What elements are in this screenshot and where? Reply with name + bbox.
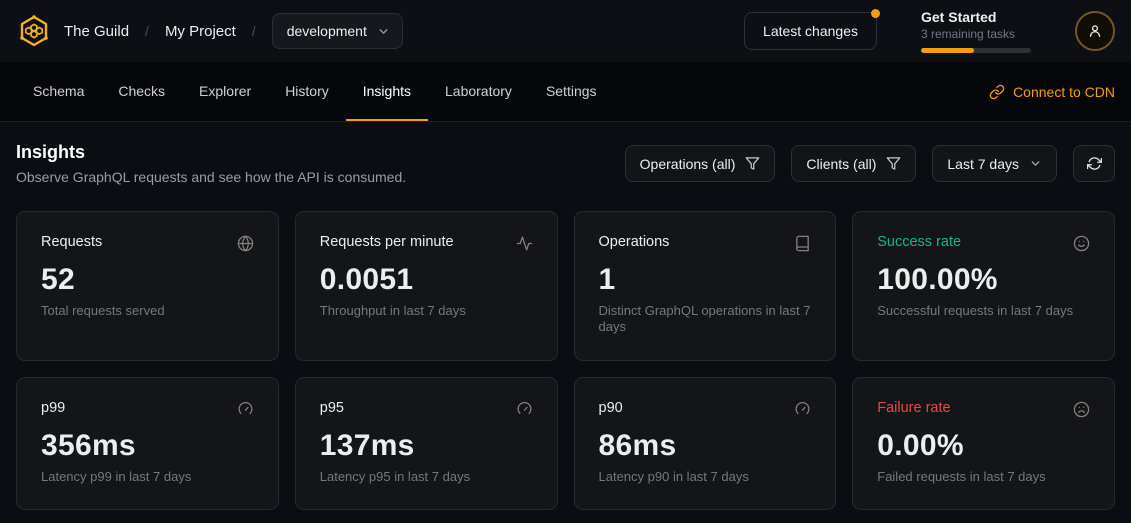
globe-icon bbox=[237, 235, 254, 252]
card-subtitle: Failed requests in last 7 days bbox=[877, 469, 1090, 485]
top-header: The Guild / My Project / development Lat… bbox=[0, 0, 1131, 62]
card-value: 1 bbox=[599, 263, 812, 297]
stat-card-success-rate: Success rate 100.00% Successful requests… bbox=[852, 211, 1115, 361]
refresh-button[interactable] bbox=[1073, 145, 1115, 182]
card-title: Requests per minute bbox=[320, 234, 454, 250]
latest-changes-label: Latest changes bbox=[763, 23, 858, 39]
primary-nav: Schema Checks Explorer History Insights … bbox=[0, 62, 1131, 122]
card-subtitle: Latency p99 in last 7 days bbox=[41, 469, 254, 485]
period-select-value: Last 7 days bbox=[947, 156, 1019, 172]
card-value: 0.00% bbox=[877, 429, 1090, 463]
card-title: Failure rate bbox=[877, 400, 950, 416]
funnel-icon bbox=[886, 156, 901, 171]
tab-laboratory[interactable]: Laboratory bbox=[428, 62, 529, 121]
stat-card-p95: p95 137ms Latency p95 in last 7 days bbox=[295, 377, 558, 510]
stat-card-p90: p90 86ms Latency p90 in last 7 days bbox=[574, 377, 837, 510]
connect-to-cdn-link[interactable]: Connect to CDN bbox=[989, 62, 1115, 121]
filter-toolbar: Operations (all) Clients (all) Last 7 da… bbox=[625, 145, 1115, 182]
card-value: 0.0051 bbox=[320, 263, 533, 297]
stat-card-failure-rate: Failure rate 0.00% Failed requests in la… bbox=[852, 377, 1115, 510]
gauge-icon bbox=[237, 401, 254, 418]
stat-card-operations: Operations 1 Distinct GraphQL operations… bbox=[574, 211, 837, 361]
notification-dot bbox=[871, 9, 880, 18]
chevron-down-icon bbox=[1029, 157, 1042, 170]
get-started-progress-fill bbox=[921, 48, 974, 53]
breadcrumb-separator: / bbox=[248, 23, 260, 39]
hive-logo[interactable] bbox=[16, 13, 52, 49]
operations-filter-button[interactable]: Operations (all) bbox=[625, 145, 776, 182]
refresh-icon bbox=[1087, 156, 1102, 171]
link-icon bbox=[989, 84, 1005, 100]
card-subtitle: Total requests served bbox=[41, 303, 254, 319]
tab-checks[interactable]: Checks bbox=[101, 62, 182, 121]
tab-explorer[interactable]: Explorer bbox=[182, 62, 268, 121]
stat-card-p99: p99 356ms Latency p99 in last 7 days bbox=[16, 377, 279, 510]
card-subtitle: Throughput in last 7 days bbox=[320, 303, 533, 319]
stat-card-requests: Requests 52 Total requests served bbox=[16, 211, 279, 361]
card-subtitle: Distinct GraphQL operations in last 7 da… bbox=[599, 303, 812, 336]
card-value: 52 bbox=[41, 263, 254, 297]
stat-cards-grid: Requests 52 Total requests served Reques… bbox=[16, 211, 1115, 510]
chevron-down-icon bbox=[377, 25, 390, 38]
breadcrumb: The Guild / My Project / development bbox=[16, 13, 403, 49]
operations-filter-label: Operations (all) bbox=[640, 156, 736, 172]
book-icon bbox=[794, 235, 811, 252]
tab-settings[interactable]: Settings bbox=[529, 62, 614, 121]
tab-schema[interactable]: Schema bbox=[16, 62, 101, 121]
person-icon bbox=[1086, 22, 1104, 40]
smile-icon bbox=[1073, 235, 1090, 252]
card-title: Requests bbox=[41, 234, 102, 250]
card-title: p90 bbox=[599, 400, 623, 416]
card-subtitle: Latency p95 in last 7 days bbox=[320, 469, 533, 485]
tab-insights[interactable]: Insights bbox=[346, 62, 428, 121]
card-title: p95 bbox=[320, 400, 344, 416]
clients-filter-button[interactable]: Clients (all) bbox=[791, 145, 916, 182]
page-subtitle: Observe GraphQL requests and see how the… bbox=[16, 169, 406, 185]
card-value: 137ms bbox=[320, 429, 533, 463]
user-avatar-button[interactable] bbox=[1075, 11, 1115, 51]
activity-icon bbox=[516, 235, 533, 252]
get-started-subtitle: 3 remaining tasks bbox=[921, 27, 1031, 41]
card-value: 100.00% bbox=[877, 263, 1090, 297]
target-select[interactable]: development bbox=[272, 13, 403, 49]
clients-filter-label: Clients (all) bbox=[806, 156, 876, 172]
tab-history[interactable]: History bbox=[268, 62, 346, 121]
gauge-icon bbox=[794, 401, 811, 418]
card-title: p99 bbox=[41, 400, 65, 416]
card-value: 356ms bbox=[41, 429, 254, 463]
connect-to-cdn-label: Connect to CDN bbox=[1013, 84, 1115, 100]
card-title: Success rate bbox=[877, 234, 961, 250]
funnel-icon bbox=[745, 156, 760, 171]
card-value: 86ms bbox=[599, 429, 812, 463]
card-title: Operations bbox=[599, 234, 670, 250]
breadcrumb-project[interactable]: My Project bbox=[165, 23, 236, 40]
target-select-value: development bbox=[287, 23, 367, 39]
insights-page: Insights Observe GraphQL requests and se… bbox=[0, 122, 1131, 510]
stat-card-rpm: Requests per minute 0.0051 Throughput in… bbox=[295, 211, 558, 361]
get-started-widget[interactable]: Get Started 3 remaining tasks bbox=[921, 9, 1031, 53]
breadcrumb-org[interactable]: The Guild bbox=[64, 23, 129, 40]
gauge-icon bbox=[516, 401, 533, 418]
period-select[interactable]: Last 7 days bbox=[932, 145, 1057, 182]
get-started-progressbar bbox=[921, 48, 1031, 53]
card-subtitle: Successful requests in last 7 days bbox=[877, 303, 1090, 319]
get-started-title: Get Started bbox=[921, 9, 1031, 25]
card-subtitle: Latency p90 in last 7 days bbox=[599, 469, 812, 485]
page-title: Insights bbox=[16, 142, 406, 163]
latest-changes-button[interactable]: Latest changes bbox=[744, 12, 877, 50]
frown-icon bbox=[1073, 401, 1090, 418]
breadcrumb-separator: / bbox=[141, 23, 153, 39]
